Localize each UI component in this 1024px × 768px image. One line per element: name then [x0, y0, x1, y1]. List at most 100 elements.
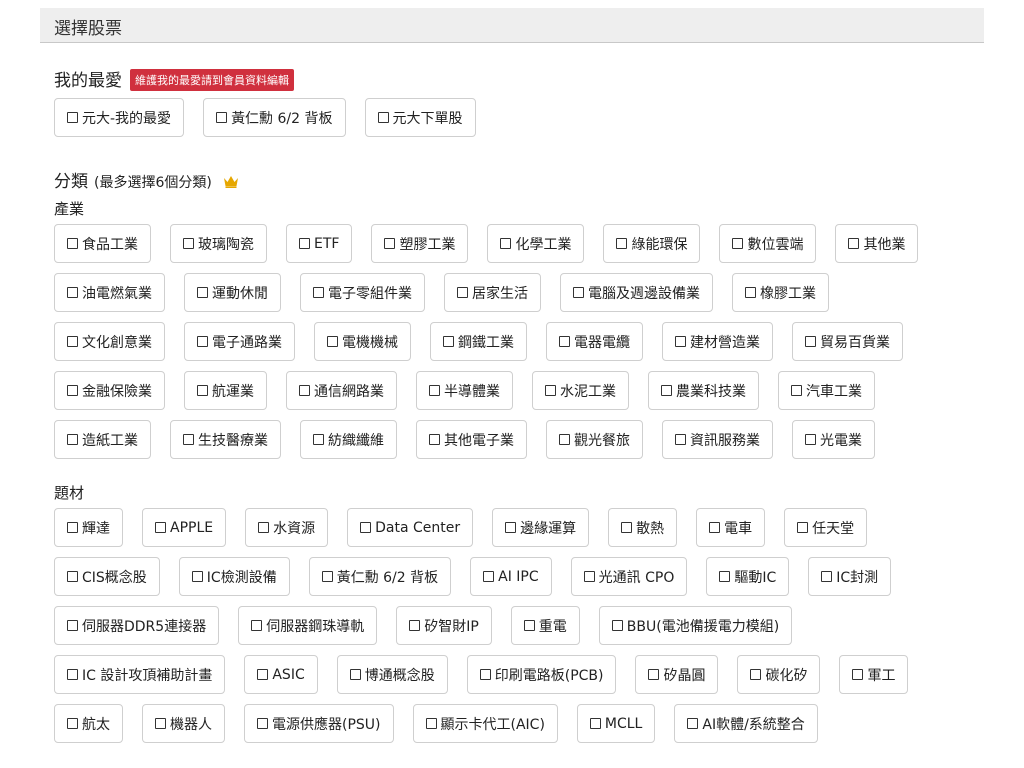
category-checkbox-button[interactable]: 紡織纖維: [300, 420, 397, 459]
checkbox-icon[interactable]: [687, 718, 698, 729]
category-checkbox-button[interactable]: 塑膠工業: [371, 224, 468, 263]
checkbox-icon[interactable]: [216, 112, 227, 123]
checkbox-icon[interactable]: [821, 571, 832, 582]
checkbox-icon[interactable]: [67, 620, 78, 631]
category-checkbox-button[interactable]: 博通概念股: [337, 655, 448, 694]
category-checkbox-button[interactable]: 生技醫療業: [170, 420, 281, 459]
category-checkbox-button[interactable]: 半導體業: [416, 371, 513, 410]
category-checkbox-button[interactable]: 資訊服務業: [662, 420, 773, 459]
checkbox-icon[interactable]: [67, 522, 78, 533]
checkbox-icon[interactable]: [661, 385, 672, 396]
checkbox-icon[interactable]: [621, 522, 632, 533]
category-checkbox-button[interactable]: BBU(電池備援電力模組): [599, 606, 792, 645]
checkbox-icon[interactable]: [426, 718, 437, 729]
checkbox-icon[interactable]: [299, 385, 310, 396]
checkbox-icon[interactable]: [378, 112, 389, 123]
category-checkbox-button[interactable]: 電子通路業: [184, 322, 295, 361]
checkbox-icon[interactable]: [500, 238, 511, 249]
category-checkbox-button[interactable]: 黃仁勳 6/2 背板: [203, 98, 345, 137]
category-checkbox-button[interactable]: 任天堂: [784, 508, 867, 547]
checkbox-icon[interactable]: [67, 669, 78, 680]
checkbox-icon[interactable]: [67, 238, 78, 249]
category-checkbox-button[interactable]: 橡膠工業: [732, 273, 829, 312]
category-checkbox-button[interactable]: 重電: [511, 606, 580, 645]
checkbox-icon[interactable]: [409, 620, 420, 631]
category-checkbox-button[interactable]: 其他業: [835, 224, 918, 263]
category-checkbox-button[interactable]: 鋼鐵工業: [430, 322, 527, 361]
category-checkbox-button[interactable]: 印刷電路板(PCB): [467, 655, 617, 694]
category-checkbox-button[interactable]: 電器電纜: [546, 322, 643, 361]
category-checkbox-button[interactable]: MCLL: [577, 704, 655, 743]
checkbox-icon[interactable]: [67, 287, 78, 298]
checkbox-icon[interactable]: [360, 522, 371, 533]
checkbox-icon[interactable]: [848, 238, 859, 249]
checkbox-icon[interactable]: [155, 718, 166, 729]
category-checkbox-button[interactable]: 運動休閒: [184, 273, 281, 312]
category-checkbox-button[interactable]: 電車: [696, 508, 765, 547]
category-checkbox-button[interactable]: AI軟體/系統整合: [674, 704, 817, 743]
checkbox-icon[interactable]: [299, 238, 310, 249]
checkbox-icon[interactable]: [183, 434, 194, 445]
checkbox-icon[interactable]: [559, 434, 570, 445]
category-checkbox-button[interactable]: 伺服器DDR5連接器: [54, 606, 219, 645]
category-checkbox-button[interactable]: 食品工業: [54, 224, 151, 263]
checkbox-icon[interactable]: [483, 571, 494, 582]
checkbox-icon[interactable]: [457, 287, 468, 298]
checkbox-icon[interactable]: [192, 571, 203, 582]
checkbox-icon[interactable]: [616, 238, 627, 249]
category-checkbox-button[interactable]: 金融保險業: [54, 371, 165, 410]
checkbox-icon[interactable]: [429, 385, 440, 396]
checkbox-icon[interactable]: [648, 669, 659, 680]
checkbox-icon[interactable]: [480, 669, 491, 680]
category-checkbox-button[interactable]: 輝達: [54, 508, 123, 547]
category-checkbox-button[interactable]: 數位雲端: [719, 224, 816, 263]
category-checkbox-button[interactable]: APPLE: [142, 508, 226, 547]
category-checkbox-button[interactable]: 綠能環保: [603, 224, 700, 263]
category-checkbox-button[interactable]: CIS概念股: [54, 557, 160, 596]
checkbox-icon[interactable]: [709, 522, 720, 533]
checkbox-icon[interactable]: [852, 669, 863, 680]
category-checkbox-button[interactable]: 散熱: [608, 508, 677, 547]
checkbox-icon[interactable]: [67, 718, 78, 729]
category-checkbox-button[interactable]: IC檢測設備: [179, 557, 290, 596]
checkbox-icon[interactable]: [675, 434, 686, 445]
checkbox-icon[interactable]: [67, 385, 78, 396]
checkbox-icon[interactable]: [745, 287, 756, 298]
category-checkbox-button[interactable]: IC 設計攻頂補助計畫: [54, 655, 225, 694]
checkbox-icon[interactable]: [805, 336, 816, 347]
category-checkbox-button[interactable]: 航太: [54, 704, 123, 743]
checkbox-icon[interactable]: [257, 669, 268, 680]
checkbox-icon[interactable]: [197, 385, 208, 396]
category-checkbox-button[interactable]: 汽車工業: [778, 371, 875, 410]
category-checkbox-button[interactable]: 矽晶圓: [635, 655, 718, 694]
checkbox-icon[interactable]: [675, 336, 686, 347]
category-checkbox-button[interactable]: 油電燃氣業: [54, 273, 165, 312]
category-checkbox-button[interactable]: IC封測: [808, 557, 891, 596]
category-checkbox-button[interactable]: 文化創意業: [54, 322, 165, 361]
checkbox-icon[interactable]: [251, 620, 262, 631]
category-checkbox-button[interactable]: 光電業: [792, 420, 875, 459]
checkbox-icon[interactable]: [313, 287, 324, 298]
checkbox-icon[interactable]: [257, 718, 268, 729]
checkbox-icon[interactable]: [350, 669, 361, 680]
checkbox-icon[interactable]: [67, 112, 78, 123]
category-checkbox-button[interactable]: 碳化矽: [737, 655, 820, 694]
checkbox-icon[interactable]: [322, 571, 333, 582]
category-checkbox-button[interactable]: 電腦及週邊設備業: [560, 273, 713, 312]
checkbox-icon[interactable]: [559, 336, 570, 347]
checkbox-icon[interactable]: [429, 434, 440, 445]
category-checkbox-button[interactable]: 電子零組件業: [300, 273, 425, 312]
checkbox-icon[interactable]: [750, 669, 761, 680]
category-checkbox-button[interactable]: 水資源: [245, 508, 328, 547]
category-checkbox-button[interactable]: 光通訊 CPO: [571, 557, 688, 596]
checkbox-icon[interactable]: [612, 620, 623, 631]
checkbox-icon[interactable]: [545, 385, 556, 396]
category-checkbox-button[interactable]: 水泥工業: [532, 371, 629, 410]
checkbox-icon[interactable]: [197, 336, 208, 347]
category-checkbox-button[interactable]: 農業科技業: [648, 371, 759, 410]
category-checkbox-button[interactable]: 機器人: [142, 704, 225, 743]
category-checkbox-button[interactable]: 玻璃陶瓷: [170, 224, 267, 263]
checkbox-icon[interactable]: [258, 522, 269, 533]
checkbox-icon[interactable]: [443, 336, 454, 347]
category-checkbox-button[interactable]: ETF: [286, 224, 352, 263]
